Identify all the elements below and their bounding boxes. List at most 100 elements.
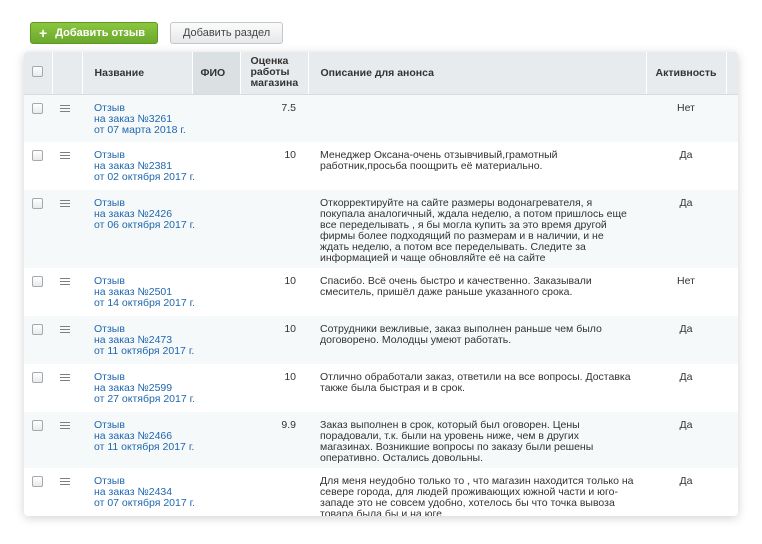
review-date-link[interactable]: от 02 октября 2017 г. (94, 172, 195, 183)
review-date-link[interactable]: от 06 октября 2017 г. (94, 220, 195, 231)
row-select-cell (24, 190, 52, 268)
row-menu-icon[interactable] (60, 198, 70, 209)
add-section-button[interactable]: Добавить раздел (169, 22, 284, 44)
rating-cell (240, 190, 308, 268)
column-header-description[interactable]: Описание для анонса (308, 52, 647, 95)
plus-icon: + (39, 25, 48, 41)
table-row[interactable]: Отзыв на заказ №2473 от 11 октября 2017 г.… (24, 316, 738, 364)
column-header-rating-line3: магазина (250, 77, 299, 90)
add-review-label: Добавить отзыв (55, 27, 145, 39)
review-name-cell: Отзыв на заказ №2381 от 02 октября 2017 г. (82, 142, 195, 190)
review-name-cell: Отзыв на заказ №2426 от 06 октября 2017 г. (82, 190, 195, 268)
row-menu-icon[interactable] (60, 103, 70, 114)
select-all-checkbox[interactable] (32, 65, 43, 77)
row-select-cell (24, 468, 52, 516)
fio-cell (192, 412, 240, 468)
rating-cell: 9.9 (240, 412, 308, 468)
active-cell: Да (646, 316, 726, 364)
review-date-link[interactable]: от 07 октября 2017 г. (94, 498, 195, 509)
review-order-link[interactable]: на заказ №3261 (94, 113, 184, 125)
row-actions-cell (52, 268, 82, 316)
table-row[interactable]: Отзыв на заказ №2381 от 02 октября 2017 г.… (24, 142, 738, 190)
row-checkbox[interactable] (32, 150, 43, 161)
row-filler-cell (726, 412, 738, 468)
rating-cell: 7.5 (240, 94, 308, 142)
row-actions-cell (52, 142, 82, 190)
row-checkbox[interactable] (32, 476, 43, 487)
description-cell: Откорректируйте на сайте размеры водонаг… (308, 190, 646, 268)
reviews-grid: Название ФИО Оценка работы магазина Опис… (24, 52, 738, 516)
review-name-cell: Отзыв на заказ №3261 от 07 марта 2018 г. (82, 94, 192, 142)
row-menu-icon[interactable] (60, 324, 70, 335)
row-checkbox[interactable] (32, 372, 43, 383)
fio-cell (192, 364, 240, 412)
column-header-rating[interactable]: Оценка работы магазина (240, 52, 309, 95)
description-cell: Заказ выполнен в срок, который был огово… (308, 412, 646, 468)
row-checkbox[interactable] (32, 102, 43, 114)
row-actions-cell (52, 190, 82, 268)
row-select-cell (24, 412, 52, 468)
review-date-link[interactable]: от 07 марта 2018 г. (94, 124, 186, 136)
column-settings-cell (726, 52, 738, 95)
add-review-button[interactable]: + Добавить отзыв (30, 22, 158, 44)
row-menu-icon[interactable] (60, 276, 70, 287)
row-select-cell (24, 364, 52, 412)
row-filler-cell (726, 364, 738, 412)
row-menu-icon[interactable] (60, 420, 70, 431)
row-filler-cell (726, 316, 738, 364)
row-select-cell (24, 142, 52, 190)
row-actions-cell (52, 412, 82, 468)
row-checkbox[interactable] (32, 198, 43, 209)
row-menu-icon[interactable] (60, 150, 70, 161)
row-actions-cell (52, 364, 82, 412)
reviews-table: Название ФИО Оценка работы магазина Опис… (24, 52, 738, 516)
active-cell: Да (679, 371, 693, 383)
toolbar: + Добавить отзыв Добавить раздел (30, 22, 284, 46)
review-name-cell: Отзыв на заказ №2434 от 07 октября 2017 г. (82, 468, 195, 516)
fio-cell (192, 468, 240, 516)
column-header-active[interactable]: Активность (646, 52, 727, 95)
rating-cell (240, 468, 308, 516)
rating-cell: 10 (284, 371, 296, 383)
description-cell: Отлично обработали заказ, ответили на вс… (320, 371, 631, 394)
table-header: Название ФИО Оценка работы магазина Опис… (24, 52, 738, 95)
table-row[interactable]: Отзыв на заказ №3261 от 07 марта 2018 г. 7.… (24, 94, 738, 142)
review-name-cell: Отзыв на заказ №2466 от 11 октября 2017 г. (82, 412, 194, 468)
review-title-link[interactable]: Отзыв (94, 102, 184, 114)
column-header-fio[interactable]: ФИО (192, 52, 241, 95)
description-cell: Спасибо. Всё очень быстро и качественно.… (320, 275, 592, 298)
row-menu-icon[interactable] (60, 372, 70, 383)
fio-cell (192, 142, 240, 190)
review-date-link[interactable]: от 11 октября 2017 г. (94, 442, 194, 453)
description-cell: Менеджер Оксана-очень отзывчивый,грамотн… (320, 149, 558, 172)
review-date-link[interactable]: от 27 октября 2017 г. (94, 394, 195, 405)
review-date-link[interactable]: от 11 октября 2017 г. (94, 346, 194, 357)
table-row[interactable]: Отзыв на заказ №2434 от 07 октября 2017 г.… (24, 468, 738, 516)
description-cell (308, 94, 646, 142)
column-header-name[interactable]: Название (82, 52, 193, 95)
table-row[interactable]: Отзыв на заказ №2426 от 06 октября 2017 г.… (24, 190, 738, 268)
table-row[interactable]: Отзыв на заказ №2599 от 27 октября 2017 г.… (24, 364, 738, 412)
row-checkbox[interactable] (32, 420, 43, 431)
rating-cell: 10 (284, 275, 296, 287)
row-menu-icon[interactable] (60, 476, 70, 487)
table-row[interactable]: Отзыв на заказ №2466 от 11 октября 2017 г.… (24, 412, 738, 468)
row-select-cell (24, 316, 52, 364)
active-cell: Да (679, 149, 693, 161)
row-actions-cell (52, 94, 82, 142)
table-row[interactable]: Отзыв на заказ №2501 от 14 октября 2017 г.… (24, 268, 738, 316)
row-filler-cell (726, 268, 738, 316)
row-actions-cell (52, 316, 82, 364)
row-checkbox[interactable] (32, 324, 43, 335)
review-name-cell: Отзыв на заказ №2473 от 11 октября 2017 г. (82, 316, 194, 364)
row-filler-cell (726, 468, 738, 516)
review-name-cell: Отзыв на заказ №2599 от 27 октября 2017 г. (82, 364, 195, 412)
row-select-cell (24, 94, 52, 142)
row-checkbox[interactable] (32, 276, 43, 287)
fio-cell (192, 316, 240, 364)
review-date-link[interactable]: от 14 октября 2017 г. (94, 298, 195, 309)
fio-cell (192, 94, 240, 142)
fio-cell (192, 190, 240, 268)
rating-cell: 10 (284, 149, 296, 161)
review-name-cell: Отзыв на заказ №2501 от 14 октября 2017 г. (82, 268, 195, 316)
